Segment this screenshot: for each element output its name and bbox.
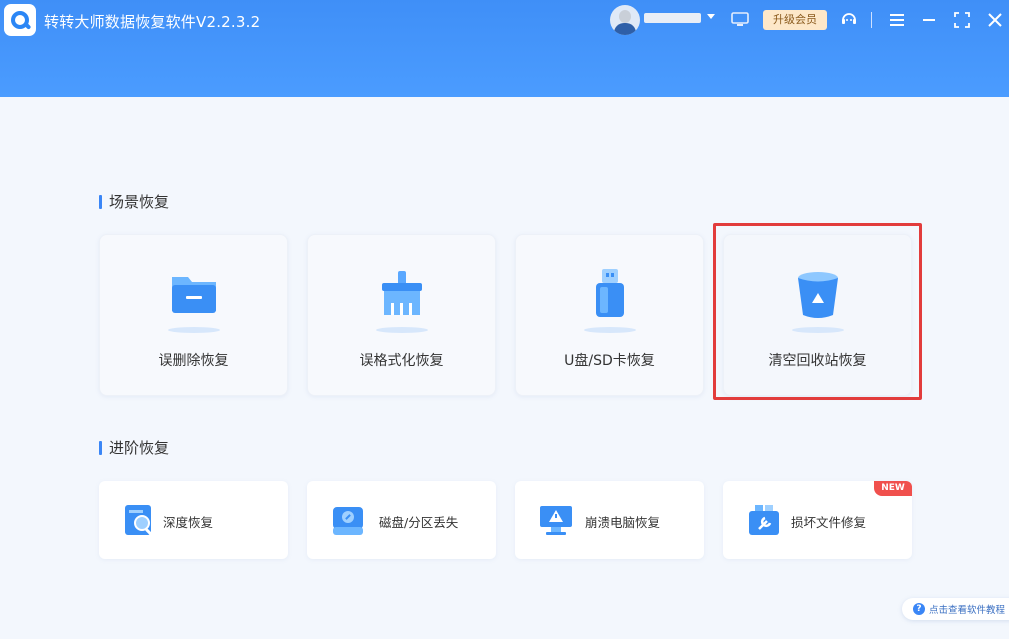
menu-icon[interactable] bbox=[889, 12, 905, 28]
card-disk-partition-loss[interactable]: 磁盘/分区丢失 bbox=[307, 481, 496, 559]
card-format-recovery[interactable]: 误格式化恢复 bbox=[307, 234, 496, 396]
usb-drive-icon bbox=[596, 269, 624, 317]
minimize-icon[interactable] bbox=[921, 12, 937, 28]
card-crashed-pc-recovery[interactable]: 崩溃电脑恢复 bbox=[515, 481, 704, 559]
file-repair-icon bbox=[749, 505, 779, 535]
card-usb-sd-recovery[interactable]: U盘/SD卡恢复 bbox=[515, 234, 704, 396]
disk-icon bbox=[333, 507, 363, 535]
close-icon[interactable] bbox=[986, 11, 1004, 29]
tutorial-link-label: 点击查看软件教程 bbox=[929, 605, 1006, 616]
deep-scan-icon bbox=[125, 505, 153, 536]
user-avatar[interactable] bbox=[610, 5, 640, 35]
broom-icon bbox=[382, 271, 422, 315]
advanced-recovery-heading: 进阶恢复 bbox=[99, 440, 169, 456]
title-bar: 转转大师数据恢复软件V2.2.3.2 升级会员 bbox=[0, 0, 1009, 97]
new-badge: NEW bbox=[874, 481, 912, 496]
card-label: 损坏文件修复 bbox=[791, 515, 867, 530]
card-label: 深度恢复 bbox=[163, 515, 214, 530]
crashed-pc-icon bbox=[540, 506, 572, 535]
card-label: 磁盘/分区丢失 bbox=[379, 515, 459, 530]
monitor-icon[interactable] bbox=[731, 12, 749, 27]
upgrade-vip-button[interactable]: 升级会员 bbox=[763, 10, 827, 30]
scene-recovery-heading: 场景恢复 bbox=[99, 194, 169, 210]
app-title: 转转大师数据恢复软件V2.2.3.2 bbox=[44, 13, 261, 31]
app-logo-icon bbox=[4, 4, 36, 36]
tutorial-link[interactable]: ? 点击查看软件教程 bbox=[902, 598, 1009, 620]
highlight-annotation bbox=[713, 223, 922, 400]
card-deleted-recovery[interactable]: 误删除恢复 bbox=[99, 234, 288, 396]
header-separator bbox=[871, 12, 872, 28]
card-label: U盘/SD卡恢复 bbox=[564, 353, 655, 369]
maximize-icon[interactable] bbox=[953, 11, 971, 29]
username-redacted[interactable] bbox=[644, 13, 701, 23]
card-label: 崩溃电脑恢复 bbox=[585, 515, 661, 530]
folder-icon bbox=[172, 277, 216, 313]
card-label: 误格式化恢复 bbox=[359, 353, 444, 369]
help-icon: ? bbox=[913, 603, 925, 615]
card-label: 误删除恢复 bbox=[158, 353, 229, 369]
chevron-down-icon[interactable] bbox=[707, 14, 715, 19]
card-file-repair[interactable]: NEW 损坏文件修复 bbox=[723, 481, 912, 559]
customer-support-icon[interactable] bbox=[840, 10, 858, 28]
card-deep-recovery[interactable]: 深度恢复 bbox=[99, 481, 288, 559]
